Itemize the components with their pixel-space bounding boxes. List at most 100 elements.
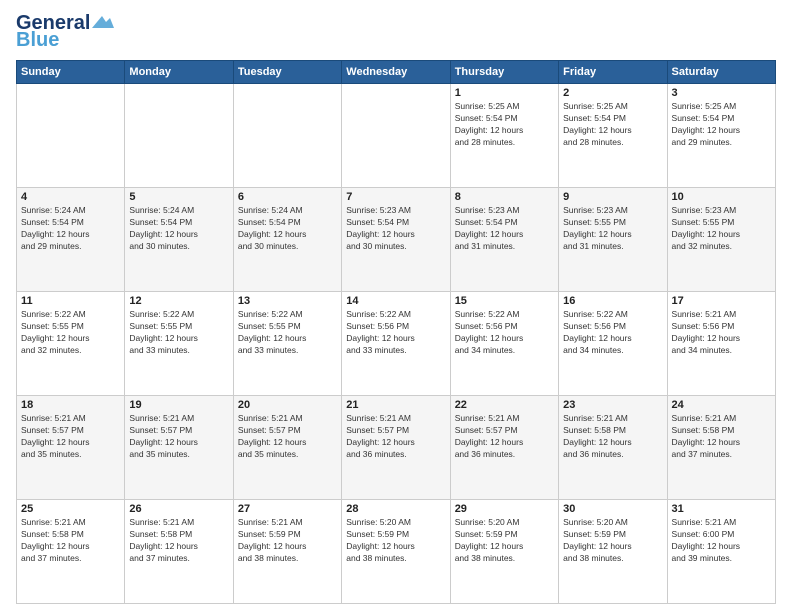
day-info: Sunrise: 5:21 AM Sunset: 6:00 PM Dayligh… — [672, 517, 771, 565]
day-number: 21 — [346, 399, 445, 411]
day-number: 27 — [238, 503, 337, 515]
calendar-cell: 4Sunrise: 5:24 AM Sunset: 5:54 PM Daylig… — [17, 188, 125, 292]
calendar-cell: 8 Sunrise: 5:23 AM Sunset: 5:54 PM Daylig… — [450, 188, 558, 292]
logo-blue: Blue — [16, 29, 59, 52]
calendar-cell: 28 Sunrise: 5:20 AM Sunset: 5:59 PM Dayli… — [342, 500, 450, 604]
weekday-header-wednesday: Wednesday — [342, 61, 450, 84]
calendar-cell: 3 Sunrise: 5:25 AM Sunset: 5:54 PM Daylig… — [667, 84, 775, 188]
day-number: 18 — [21, 399, 120, 411]
day-info: Sunrise: 5:21 AM Sunset: 5:57 PM Dayligh… — [455, 413, 554, 461]
day-number: 6 — [238, 191, 337, 203]
day-number: 16 — [563, 295, 662, 307]
day-number: 1 — [455, 87, 554, 99]
day-info: Sunrise: 5:21 AM Sunset: 5:59 PM Dayligh… — [238, 517, 337, 565]
calendar-cell: 24 Sunrise: 5:21 AM Sunset: 5:58 PM Dayli… — [667, 396, 775, 500]
day-number: 28 — [346, 503, 445, 515]
calendar-cell: 15Sunrise: 5:22 AM Sunset: 5:56 PM Dayli… — [450, 292, 558, 396]
calendar-table: SundayMondayTuesdayWednesdayThursdayFrid… — [16, 60, 776, 604]
calendar-cell — [342, 84, 450, 188]
calendar-week-5: 25Sunrise: 5:21 AM Sunset: 5:58 PM Dayli… — [17, 500, 776, 604]
calendar-cell: 5 Sunrise: 5:24 AM Sunset: 5:54 PM Daylig… — [125, 188, 233, 292]
day-info: Sunrise: 5:23 AM Sunset: 5:54 PM Dayligh… — [346, 205, 445, 253]
calendar-cell: 20 Sunrise: 5:21 AM Sunset: 5:57 PM Dayli… — [233, 396, 341, 500]
day-number: 11 — [21, 295, 120, 307]
weekday-header-tuesday: Tuesday — [233, 61, 341, 84]
day-info: Sunrise: 5:22 AM Sunset: 5:55 PM Dayligh… — [238, 309, 337, 357]
day-number: 30 — [563, 503, 662, 515]
day-info: Sunrise: 5:23 AM Sunset: 5:55 PM Dayligh… — [672, 205, 771, 253]
header: General Blue — [16, 12, 776, 52]
calendar-body: 1 Sunrise: 5:25 AM Sunset: 5:54 PM Daylig… — [17, 84, 776, 604]
calendar-cell: 26 Sunrise: 5:21 AM Sunset: 5:58 PM Dayli… — [125, 500, 233, 604]
day-info: Sunrise: 5:22 AM Sunset: 5:56 PM Dayligh… — [455, 309, 554, 357]
day-number: 19 — [129, 399, 228, 411]
day-info: Sunrise: 5:21 AM Sunset: 5:57 PM Dayligh… — [238, 413, 337, 461]
day-info: Sunrise: 5:21 AM Sunset: 5:57 PM Dayligh… — [346, 413, 445, 461]
calendar-cell: 16 Sunrise: 5:22 AM Sunset: 5:56 PM Dayli… — [559, 292, 667, 396]
day-info: Sunrise: 5:21 AM Sunset: 5:58 PM Dayligh… — [21, 517, 120, 565]
day-info: Sunrise: 5:21 AM Sunset: 5:56 PM Dayligh… — [672, 309, 771, 357]
day-number: 13 — [238, 295, 337, 307]
day-info: Sunrise: 5:23 AM Sunset: 5:54 PM Dayligh… — [455, 205, 554, 253]
calendar-cell: 17 Sunrise: 5:21 AM Sunset: 5:56 PM Dayli… — [667, 292, 775, 396]
calendar-cell: 29 Sunrise: 5:20 AM Sunset: 5:59 PM Dayli… — [450, 500, 558, 604]
day-number: 20 — [238, 399, 337, 411]
weekday-header-row: SundayMondayTuesdayWednesdayThursdayFrid… — [17, 61, 776, 84]
day-info: Sunrise: 5:24 AM Sunset: 5:54 PM Dayligh… — [238, 205, 337, 253]
day-info: Sunrise: 5:20 AM Sunset: 5:59 PM Dayligh… — [455, 517, 554, 565]
day-info: Sunrise: 5:21 AM Sunset: 5:58 PM Dayligh… — [563, 413, 662, 461]
day-number: 24 — [672, 399, 771, 411]
day-number: 12 — [129, 295, 228, 307]
calendar-cell: 9Sunrise: 5:23 AM Sunset: 5:55 PM Daylig… — [559, 188, 667, 292]
calendar-cell: 25Sunrise: 5:21 AM Sunset: 5:58 PM Dayli… — [17, 500, 125, 604]
calendar-cell — [17, 84, 125, 188]
day-info: Sunrise: 5:24 AM Sunset: 5:54 PM Dayligh… — [21, 205, 120, 253]
day-number: 3 — [672, 87, 771, 99]
day-number: 14 — [346, 295, 445, 307]
weekday-header-saturday: Saturday — [667, 61, 775, 84]
day-info: Sunrise: 5:22 AM Sunset: 5:56 PM Dayligh… — [563, 309, 662, 357]
day-number: 29 — [455, 503, 554, 515]
day-number: 2 — [563, 87, 662, 99]
calendar-cell: 14Sunrise: 5:22 AM Sunset: 5:56 PM Dayli… — [342, 292, 450, 396]
day-number: 5 — [129, 191, 228, 203]
weekday-header-friday: Friday — [559, 61, 667, 84]
day-info: Sunrise: 5:25 AM Sunset: 5:54 PM Dayligh… — [672, 101, 771, 149]
weekday-header-monday: Monday — [125, 61, 233, 84]
page-container: General Blue SundayMondayTuesdayWednesda… — [0, 0, 792, 612]
calendar-header: SundayMondayTuesdayWednesdayThursdayFrid… — [17, 61, 776, 84]
day-number: 26 — [129, 503, 228, 515]
day-info: Sunrise: 5:20 AM Sunset: 5:59 PM Dayligh… — [563, 517, 662, 565]
day-info: Sunrise: 5:25 AM Sunset: 5:54 PM Dayligh… — [563, 101, 662, 149]
weekday-header-sunday: Sunday — [17, 61, 125, 84]
day-number: 7 — [346, 191, 445, 203]
day-info: Sunrise: 5:20 AM Sunset: 5:59 PM Dayligh… — [346, 517, 445, 565]
calendar-cell: 22Sunrise: 5:21 AM Sunset: 5:57 PM Dayli… — [450, 396, 558, 500]
day-number: 9 — [563, 191, 662, 203]
calendar-cell: 27 Sunrise: 5:21 AM Sunset: 5:59 PM Dayli… — [233, 500, 341, 604]
calendar-week-3: 11 Sunrise: 5:22 AM Sunset: 5:55 PM Dayli… — [17, 292, 776, 396]
day-info: Sunrise: 5:21 AM Sunset: 5:57 PM Dayligh… — [21, 413, 120, 461]
day-info: Sunrise: 5:21 AM Sunset: 5:58 PM Dayligh… — [672, 413, 771, 461]
day-info: Sunrise: 5:22 AM Sunset: 5:55 PM Dayligh… — [129, 309, 228, 357]
day-number: 10 — [672, 191, 771, 203]
day-number: 31 — [672, 503, 771, 515]
calendar-cell: 21 Sunrise: 5:21 AM Sunset: 5:57 PM Dayli… — [342, 396, 450, 500]
calendar-week-2: 4Sunrise: 5:24 AM Sunset: 5:54 PM Daylig… — [17, 188, 776, 292]
calendar-cell — [125, 84, 233, 188]
calendar-cell: 2 Sunrise: 5:25 AM Sunset: 5:54 PM Daylig… — [559, 84, 667, 188]
calendar-cell: 19 Sunrise: 5:21 AM Sunset: 5:57 PM Dayli… — [125, 396, 233, 500]
calendar-cell — [233, 84, 341, 188]
calendar-cell: 7 Sunrise: 5:23 AM Sunset: 5:54 PM Daylig… — [342, 188, 450, 292]
day-number: 17 — [672, 295, 771, 307]
day-info: Sunrise: 5:21 AM Sunset: 5:57 PM Dayligh… — [129, 413, 228, 461]
calendar-cell: 18 Sunrise: 5:21 AM Sunset: 5:57 PM Dayli… — [17, 396, 125, 500]
calendar-cell: 11 Sunrise: 5:22 AM Sunset: 5:55 PM Dayli… — [17, 292, 125, 396]
day-number: 8 — [455, 191, 554, 203]
day-info: Sunrise: 5:24 AM Sunset: 5:54 PM Dayligh… — [129, 205, 228, 253]
day-info: Sunrise: 5:21 AM Sunset: 5:58 PM Dayligh… — [129, 517, 228, 565]
day-info: Sunrise: 5:22 AM Sunset: 5:55 PM Dayligh… — [21, 309, 120, 357]
calendar-cell: 1Sunrise: 5:25 AM Sunset: 5:54 PM Daylig… — [450, 84, 558, 188]
calendar-cell: 12 Sunrise: 5:22 AM Sunset: 5:55 PM Dayli… — [125, 292, 233, 396]
calendar-cell: 13 Sunrise: 5:22 AM Sunset: 5:55 PM Dayli… — [233, 292, 341, 396]
